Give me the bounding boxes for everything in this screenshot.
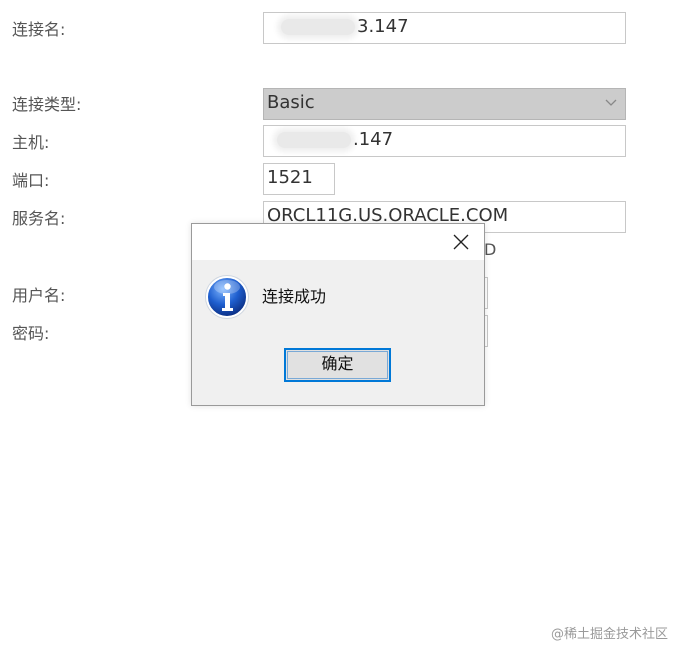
host-label: 主机: bbox=[12, 133, 50, 152]
host-input[interactable]: .147 bbox=[263, 125, 626, 157]
host-value: .147 bbox=[353, 129, 394, 150]
connection-name-input[interactable]: 3.147 bbox=[263, 12, 626, 44]
dialog-titlebar bbox=[192, 224, 484, 260]
connection-type-label: 连接类型: bbox=[12, 95, 82, 114]
connection-name-value: 3.147 bbox=[357, 16, 409, 37]
redacted-blur bbox=[281, 19, 355, 35]
close-icon[interactable] bbox=[452, 233, 470, 251]
username-label: 用户名: bbox=[12, 286, 66, 305]
ok-button[interactable]: 确定 bbox=[284, 348, 391, 382]
password-label: 密码: bbox=[12, 324, 50, 343]
port-input[interactable]: 1521 bbox=[263, 163, 335, 195]
connection-name-label: 连接名: bbox=[12, 20, 66, 39]
ok-button-label: 确定 bbox=[321, 356, 354, 373]
info-icon bbox=[205, 275, 249, 319]
dialog-message: 连接成功 bbox=[262, 287, 327, 306]
hidden-option-fragment: D bbox=[484, 240, 497, 259]
service-name-label: 服务名: bbox=[12, 209, 66, 228]
port-label: 端口: bbox=[12, 171, 50, 190]
connection-settings-page: 连接名: 3.147 连接类型: Basic 主机: .147 端口: 1521… bbox=[0, 0, 676, 652]
port-value: 1521 bbox=[267, 167, 313, 188]
watermark: @稀土掘金技术社区 bbox=[550, 627, 668, 642]
connection-type-value: Basic bbox=[267, 92, 315, 113]
message-dialog: 连接成功 确定 bbox=[191, 223, 485, 406]
connection-type-select[interactable]: Basic bbox=[263, 88, 626, 120]
chevron-down-icon bbox=[605, 99, 617, 106]
redacted-blur bbox=[277, 132, 351, 148]
